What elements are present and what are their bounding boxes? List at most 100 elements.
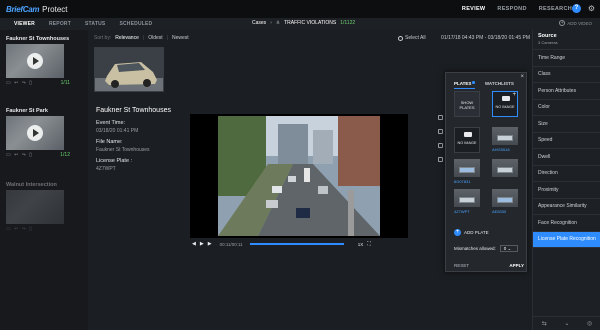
plate-caption: 4Z7WPT [454,209,470,214]
reset-button[interactable]: RESET [454,263,469,268]
popup-footer: RESET APPLY [454,263,524,268]
filter-direction[interactable]: Direction [533,166,600,182]
camera-action-icons[interactable]: ▭ ↩ ⤳ ▯ [6,152,33,158]
mismatches-select[interactable]: 0 ⌄ [499,245,518,252]
app-window: BriefCam Protect REVIEW RESPOND RESEARCH… [0,0,600,330]
camera-item[interactable]: Faukner St Townhouses ▭ ↩ ⤳ ▯ 1/11 [6,36,86,86]
target-icon[interactable]: ◎ [587,320,592,327]
add-video-label: ADD VIDEO [567,20,592,26]
filter-dwell[interactable]: Dwell [533,149,600,166]
play-icon[interactable] [27,53,43,69]
filter-face-recognition[interactable]: Face Recognition [533,215,600,232]
fullscreen-icon[interactable]: ⛶ [367,241,371,247]
camera-thumbnail[interactable] [6,44,64,78]
sort-relevance[interactable]: Relevance [115,35,139,41]
plates-tabs: PLATES WATCHLISTS [454,81,514,89]
sort-newest[interactable]: Newest [172,35,189,41]
view-toggle-icon[interactable] [438,157,443,162]
show-plates-button[interactable]: SHOW PLATES [454,91,480,117]
camera-thumbnail[interactable] [6,116,64,150]
top-bar: BriefCam Protect REVIEW RESPOND RESEARCH… [0,0,600,19]
add-plate-label: ADD PLATE [464,230,489,235]
filter-size[interactable]: Size [533,116,600,133]
camera-action-icons[interactable]: ▭ ↩ ⤳ ▯ [6,80,33,86]
tab-plates-label: PLATES [454,81,472,86]
plate-image [497,135,513,141]
help-icon[interactable]: ? [572,4,581,13]
play-icon[interactable]: ▶ [200,241,204,247]
nav-review[interactable]: REVIEW [461,0,486,19]
camera-thumbnail[interactable] [6,190,64,224]
video-frame [218,116,380,236]
tab-status[interactable]: STATUS [83,18,107,31]
gear-icon[interactable]: ⚙ [587,4,596,13]
apply-button[interactable]: APPLY [509,263,524,268]
tab-watchlists[interactable]: WATCHLISTS [485,81,514,89]
plate-tile[interactable]: 4Z7WPT [454,189,480,214]
camera-item[interactable]: Faukner St Park ▭ ↩ ⤳ ▯ 1/12 [6,108,86,158]
tab-report[interactable]: REPORT [47,18,73,31]
filter-speed[interactable]: Speed [533,133,600,149]
breadcrumb-cases[interactable]: Cases [252,20,266,26]
filter-source[interactable]: Source 3 Cameras [533,30,600,50]
file-name-value: Faukner St Townhouses [96,147,150,153]
product-name: Protect [42,4,68,14]
filter-proximity[interactable]: Proximity [533,182,600,199]
result-thumbnail[interactable] [94,47,164,92]
car-icon [502,96,510,101]
plate-caption: 8G07831 [454,179,471,184]
tab-viewer[interactable]: VIEWER [12,18,37,31]
play-icon[interactable] [27,125,43,141]
prev-frame-icon[interactable]: ◀ [192,241,196,247]
close-icon[interactable]: × [520,74,524,80]
plate-tile[interactable]: AE8330 [492,189,518,214]
car-image [95,48,163,91]
next-frame-icon[interactable]: ▶ [208,241,212,247]
filter-appearance-similarity[interactable]: Appearance Similarity [533,199,600,215]
seek-bar[interactable] [249,243,344,245]
add-video-button[interactable]: + ADD VIDEO [559,20,592,26]
detail-title: Faukner St Townhouses [96,107,171,114]
adjust-icon[interactable]: ⇆ [542,320,547,327]
tab-scheduled[interactable]: SCHEDULED [117,18,154,31]
camera-count: 1/12 [60,152,70,158]
filter-color[interactable]: Color [533,100,600,116]
nav-research[interactable]: RESEARCH [539,0,572,18]
view-toggle-icon[interactable] [438,129,443,134]
no-image-label: NO IMAGE [457,141,477,145]
plate-tile[interactable] [492,159,518,177]
view-toggle-icon[interactable] [438,143,443,148]
sort-oldest[interactable]: Oldest [148,35,162,41]
camera-meta: ▭ ↩ ⤳ ▯ 1/11 [6,80,70,86]
speed-control[interactable]: 1X [358,242,364,247]
view-toggle-icon[interactable] [438,115,443,120]
video-player[interactable] [190,114,408,238]
plus-icon: + [454,229,461,236]
plate-tile[interactable]: + NO IMAGE [492,91,518,117]
plate-image [497,197,513,203]
tab-plates[interactable]: PLATES [454,81,475,89]
event-time-label: Event Time: [96,120,126,126]
mismatches-row: Mismatches allowed: 0 ⌄ [454,245,518,252]
car-icon [464,132,472,137]
add-plate-button[interactable]: + ADD PLATE [454,229,489,236]
filter-time-range[interactable]: Time Range [533,50,600,67]
logo: BriefCam Protect [6,5,68,14]
select-all[interactable]: Select All [398,35,426,41]
mismatches-label: Mismatches allowed: [454,246,496,251]
camera-item[interactable]: Walnut Intersection ▭ ↩ ⤳ ▯ [6,182,86,232]
plate-tile[interactable]: AHG5518 [492,127,518,152]
filter-person-attributes[interactable]: Person Attributes [533,83,600,100]
filter-license-plate-recognition[interactable]: License Plate Recognition [533,231,600,248]
plate-tile[interactable]: 8G07831 [454,159,480,184]
plus-icon[interactable]: + [512,92,516,98]
plus-icon: + [559,20,566,26]
source-title: Source [538,33,557,39]
license-plate-value: 4Z7WPT [96,166,116,172]
collapse-icon[interactable]: ⌄ [564,320,569,327]
camera-action-icons[interactable]: ▭ ↩ ⤳ ▯ [6,226,33,232]
plate-tile[interactable]: NO IMAGE [454,127,480,153]
nav-respond[interactable]: RESPOND [497,0,526,18]
filter-class[interactable]: Class [533,67,600,83]
select-all-checkbox[interactable] [398,35,403,41]
